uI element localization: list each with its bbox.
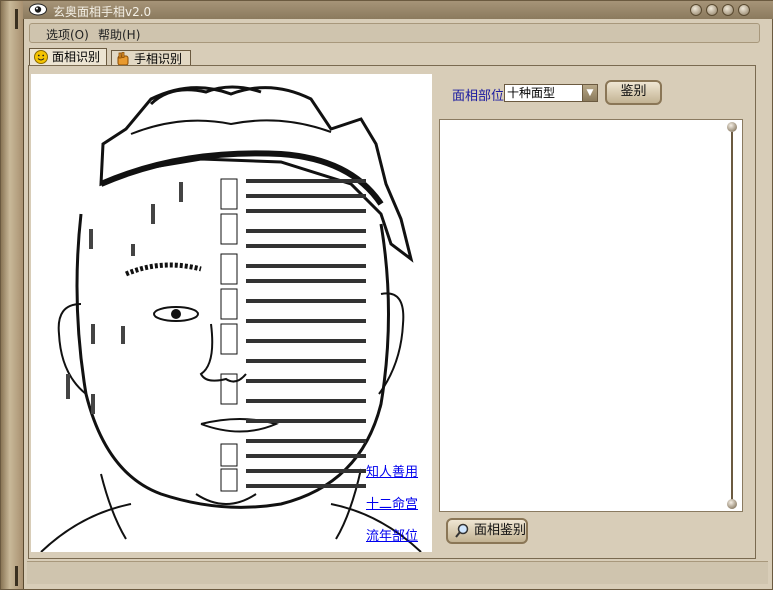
menu-bar: 选项(O) 帮助(H) xyxy=(29,23,760,43)
scroll-track[interactable] xyxy=(731,132,733,500)
link-twelve-palaces[interactable]: 十二命宫 xyxy=(366,493,418,512)
face-part-label: 面相部位 xyxy=(452,89,505,104)
scroll-up-icon[interactable] xyxy=(727,122,737,132)
identify-button-label: 鉴别 xyxy=(620,84,647,99)
tab-palm-recognition[interactable]: 手相识别 xyxy=(111,50,191,66)
maximize-icon[interactable] xyxy=(722,4,734,16)
chevron-down-icon[interactable]: ▼ xyxy=(582,85,597,101)
face-chart xyxy=(31,74,432,553)
result-scrollbar[interactable] xyxy=(726,122,738,509)
menu-options[interactable]: 选项(O) xyxy=(46,26,89,43)
identify-button[interactable]: 鉴别 xyxy=(605,80,662,105)
hand-icon xyxy=(117,52,129,66)
tab-label: 面相识别 xyxy=(52,50,101,64)
side-tick xyxy=(15,566,18,586)
face-identify-button[interactable]: 面相鉴别 xyxy=(446,518,528,544)
window-side-strip xyxy=(1,1,24,589)
app-window: 玄奥面相手相v2.0 选项(O) 帮助(H) 面相识别 手相识别 知人善用 十二… xyxy=(0,0,773,590)
status-bar xyxy=(27,561,768,584)
minimize-icon[interactable] xyxy=(690,4,702,16)
close-icon[interactable] xyxy=(738,4,750,16)
face-type-select[interactable]: 十种面型 ▼ xyxy=(504,84,598,102)
result-text-area[interactable] xyxy=(439,119,743,512)
tab-label: 手相识别 xyxy=(134,52,183,66)
tab-face-recognition[interactable]: 面相识别 xyxy=(29,48,107,66)
select-value: 十种面型 xyxy=(507,86,556,100)
magnifier-icon xyxy=(455,523,469,538)
title-bar[interactable]: 玄奥面相手相v2.0 xyxy=(23,1,773,19)
face-diagram-image xyxy=(40,85,422,553)
link-yearly-positions[interactable]: 流年部位 xyxy=(366,525,418,544)
restore-icon[interactable] xyxy=(706,4,718,16)
smiley-icon xyxy=(34,50,48,64)
scroll-down-icon[interactable] xyxy=(727,499,737,509)
face-identify-button-label: 面相鉴别 xyxy=(474,523,527,538)
menu-help[interactable]: 帮助(H) xyxy=(98,26,140,43)
window-title: 玄奥面相手相v2.0 xyxy=(53,5,152,19)
side-tick xyxy=(15,9,18,29)
link-know-people[interactable]: 知人善用 xyxy=(366,461,418,480)
eye-icon xyxy=(29,3,47,16)
